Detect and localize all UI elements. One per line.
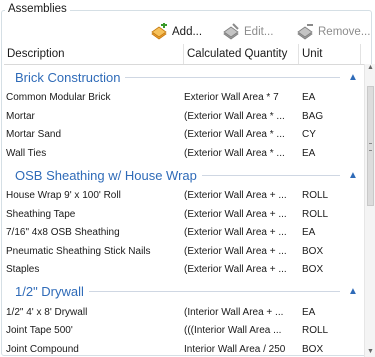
group-divider bbox=[125, 76, 340, 78]
cell-description: Mortar Sand bbox=[6, 129, 62, 140]
remove-button[interactable]: Remove... bbox=[296, 19, 370, 45]
cell-quantity: (Exterior Wall Area + ... bbox=[184, 245, 287, 257]
cell-quantity: (Exterior Wall Area + ... bbox=[184, 227, 287, 238]
cell-unit: CY bbox=[302, 129, 316, 140]
cell-description: House Wrap 9' x 100' Roll bbox=[6, 190, 121, 201]
column-header-unit[interactable]: Unit bbox=[299, 44, 361, 64]
table-row[interactable]: Common Modular Brick Exterior Wall Area … bbox=[4, 89, 364, 108]
cell-description: Joint Compound bbox=[6, 343, 79, 355]
table-row[interactable]: Mortar Sand (Exterior Wall Area * ... CY bbox=[4, 126, 364, 145]
column-header-quantity[interactable]: Calculated Quantity bbox=[184, 44, 299, 64]
cell-description: 7/16" 4x8 OSB Sheathing bbox=[6, 227, 120, 238]
group-divider bbox=[88, 291, 340, 292]
cell-quantity: (Interior Wall Area + ... bbox=[184, 306, 284, 318]
edit-icon bbox=[222, 23, 240, 41]
cell-quantity: Interior Wall Area / 250 bbox=[184, 343, 286, 355]
table-row[interactable]: Pneumatic Sheathing Stick Nails (Exterio… bbox=[4, 243, 364, 262]
remove-button-label: Remove... bbox=[318, 26, 371, 38]
remove-icon bbox=[296, 23, 314, 41]
cell-quantity: (((Interior Wall Area ... bbox=[184, 325, 282, 336]
cell-unit: ROLL bbox=[302, 208, 329, 220]
edit-button[interactable]: Edit... bbox=[222, 19, 273, 45]
cell-unit: BOX bbox=[302, 245, 324, 257]
cell-description: 1/2" 4' x 8' Drywall bbox=[6, 306, 88, 318]
collapse-chevron-icon[interactable]: ▲ bbox=[346, 285, 360, 299]
assemblies-grid: Description Calculated Quantity Unit Bri… bbox=[4, 44, 375, 357]
table-row[interactable]: Joint Compound Interior Wall Area / 250 … bbox=[4, 341, 364, 357]
group-header-brick-construction[interactable]: Brick Construction ▲ bbox=[4, 65, 364, 89]
table-row[interactable]: 1/2" 4' x 8' Drywall (Interior Wall Area… bbox=[4, 304, 364, 323]
add-button[interactable]: Add... bbox=[150, 19, 202, 45]
cell-description: Sheathing Tape bbox=[6, 208, 76, 220]
cell-quantity: Exterior Wall Area * 7 bbox=[184, 92, 279, 103]
group-title: 1/2" Drywall bbox=[4, 284, 89, 299]
cell-description: Mortar bbox=[6, 110, 35, 122]
cell-description: Pneumatic Sheathing Stick Nails bbox=[6, 245, 151, 257]
cell-description: Staples bbox=[6, 264, 40, 275]
cell-unit: ROLL bbox=[302, 190, 329, 201]
scroll-down-arrow-icon[interactable]: ▼ bbox=[367, 348, 374, 355]
scrollbar-thumb[interactable] bbox=[367, 86, 374, 206]
groupbox-title: Assemblies bbox=[5, 2, 70, 16]
table-row[interactable]: Staples (Exterior Wall Area + ... BOX bbox=[4, 261, 364, 280]
cell-unit: EA bbox=[302, 306, 316, 318]
cell-quantity: (Exterior Wall Area + ... bbox=[184, 264, 287, 275]
scrollbar-grip-icon bbox=[369, 143, 372, 151]
grid-rows: Brick Construction ▲ Common Modular Bric… bbox=[4, 65, 364, 357]
cell-unit: BOX bbox=[302, 343, 324, 355]
collapse-chevron-icon[interactable]: ▲ bbox=[346, 168, 360, 182]
add-button-label: Add... bbox=[172, 26, 203, 38]
cell-unit: BOX bbox=[302, 264, 324, 275]
assemblies-toolbar: Add... Edit... Remove... bbox=[0, 19, 375, 45]
cell-quantity: (Exterior Wall Area * ... bbox=[184, 110, 285, 122]
cell-unit: ROLL bbox=[302, 325, 329, 336]
column-header-description[interactable]: Description bbox=[4, 44, 184, 64]
table-row[interactable]: 7/16" 4x8 OSB Sheathing (Exterior Wall A… bbox=[4, 224, 364, 243]
table-row[interactable]: Joint Tape 500' (((Interior Wall Area ..… bbox=[4, 322, 364, 341]
add-icon bbox=[150, 22, 168, 41]
table-row[interactable]: House Wrap 9' x 100' Roll (Exterior Wall… bbox=[4, 187, 364, 206]
cell-unit: EA bbox=[302, 147, 316, 159]
edit-button-label: Edit... bbox=[244, 26, 274, 38]
cell-description: Wall Ties bbox=[6, 147, 47, 159]
group-title: OSB Sheathing w/ House Wrap bbox=[4, 167, 202, 183]
cell-description: Common Modular Brick bbox=[6, 92, 111, 103]
vertical-scrollbar[interactable]: ▲ ▼ bbox=[364, 64, 375, 357]
group-header-drywall[interactable]: 1/2" Drywall ▲ bbox=[4, 280, 364, 304]
table-row[interactable]: Sheathing Tape (Exterior Wall Area + ...… bbox=[4, 206, 364, 225]
cell-quantity: (Exterior Wall Area + ... bbox=[184, 190, 287, 201]
cell-unit: BAG bbox=[302, 110, 324, 122]
cell-description: Joint Tape 500' bbox=[6, 325, 73, 336]
column-header-row: Description Calculated Quantity Unit bbox=[4, 44, 371, 65]
cell-quantity: (Exterior Wall Area + ... bbox=[184, 208, 287, 220]
scroll-up-arrow-icon[interactable]: ▲ bbox=[367, 64, 374, 71]
table-row[interactable]: Wall Ties (Exterior Wall Area * ... EA bbox=[4, 145, 364, 164]
cell-quantity: (Exterior Wall Area * ... bbox=[184, 129, 285, 140]
cell-unit: EA bbox=[302, 92, 316, 103]
collapse-chevron-icon[interactable]: ▲ bbox=[346, 70, 360, 84]
cell-quantity: (Exterior Wall Area * ... bbox=[184, 147, 285, 159]
group-title: Brick Construction bbox=[4, 69, 126, 85]
table-row[interactable]: Mortar (Exterior Wall Area * ... BAG bbox=[4, 108, 364, 127]
group-divider bbox=[201, 174, 340, 176]
group-header-osb-sheathing[interactable]: OSB Sheathing w/ House Wrap ▲ bbox=[4, 163, 364, 187]
cell-unit: EA bbox=[302, 227, 316, 238]
